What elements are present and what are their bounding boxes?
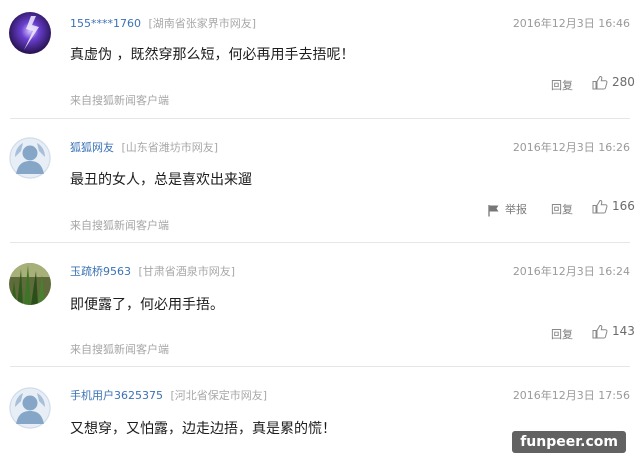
user-location: [甘肃省酒泉市网友]: [138, 265, 236, 278]
source-label: 来自搜狐新闻客户端: [70, 219, 169, 232]
user-line: 玉疏桥9563 [甘肃省酒泉市网友]: [70, 263, 235, 279]
thumbs-up-icon: [592, 324, 608, 339]
comment-item: 狐狐网友 [山东省潍坊市网友] 2016年12月3日 16:26 最丑的女人，总…: [0, 119, 640, 239]
purple-lightning-avatar-icon: [9, 12, 51, 54]
timestamp: 2016年12月3日 16:26: [512, 141, 630, 154]
username[interactable]: 狐狐网友: [70, 141, 114, 154]
avatar[interactable]: [9, 12, 51, 54]
report-button[interactable]: 举报: [487, 201, 527, 217]
avatar[interactable]: [9, 387, 51, 429]
reply-button[interactable]: 回复: [551, 201, 573, 217]
username[interactable]: 155****1760: [70, 17, 141, 30]
user-location: [山东省潍坊市网友]: [121, 141, 219, 154]
avatar[interactable]: [9, 137, 51, 179]
report-label: 举报: [505, 203, 527, 216]
source-label: 来自搜狐新闻客户端: [70, 94, 169, 107]
like-count: 166: [612, 199, 635, 213]
comment-text: 真虚伪 ，既然穿那么短，何必再用手去捂呢！: [70, 47, 355, 63]
thumbs-up-icon: [592, 199, 608, 214]
like-count: 143: [612, 324, 635, 338]
comment-item: 玉疏桥9563 [甘肃省酒泉市网友] 2016年12月3日 16:24 即便露了…: [0, 243, 640, 363]
watermark: funpeer.com: [512, 431, 626, 453]
timestamp: 2016年12月3日 16:46: [512, 17, 630, 30]
user-line: 狐狐网友 [山东省潍坊市网友]: [70, 139, 218, 155]
comment-text: 最丑的女人，总是喜欢出来遛: [70, 172, 252, 188]
comment-text: 又想穿，又怕露，边走边捂，真是累的慌！: [70, 421, 336, 437]
username[interactable]: 手机用户3625375: [70, 389, 163, 402]
like-count: 280: [612, 75, 635, 89]
timestamp: 2016年12月3日 16:24: [512, 265, 630, 278]
user-location: [河北省保定市网友]: [170, 389, 268, 402]
like-button[interactable]: 166: [592, 199, 635, 214]
default-user-avatar-icon: [9, 387, 51, 429]
username[interactable]: 玉疏桥9563: [70, 265, 131, 278]
default-user-avatar-icon: [9, 137, 51, 179]
like-button[interactable]: 143: [592, 324, 635, 339]
flag-icon: [488, 204, 499, 216]
thumbs-up-icon: [592, 75, 608, 90]
comment-text: 即便露了，何必用手捂。: [70, 297, 224, 313]
timestamp: 2016年12月3日 17:56: [512, 389, 630, 402]
reply-button[interactable]: 回复: [551, 77, 573, 93]
comment-item: 155****1760 [湖南省张家界市网友] 2016年12月3日 16:46…: [0, 0, 640, 118]
user-line: 155****1760 [湖南省张家界市网友]: [70, 15, 256, 31]
source-label: 来自搜狐新闻客户端: [70, 343, 169, 356]
like-button[interactable]: 280: [592, 75, 635, 90]
user-line: 手机用户3625375 [河北省保定市网友]: [70, 387, 267, 403]
user-location: [湖南省张家界市网友]: [148, 17, 257, 30]
avatar[interactable]: [9, 263, 51, 305]
green-plant-avatar-icon: [9, 263, 51, 305]
reply-button[interactable]: 回复: [551, 326, 573, 342]
